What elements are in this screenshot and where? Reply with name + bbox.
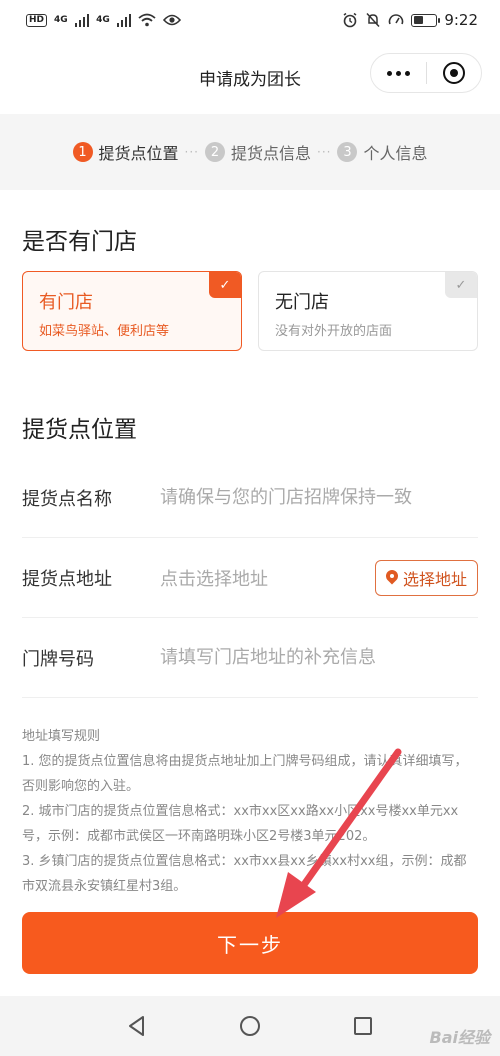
recents-square-icon [354,1017,373,1035]
next-step-button[interactable]: 下一步 [22,912,478,974]
more-dots-icon [386,70,410,76]
status-left: HD 4G 4G [26,13,182,27]
has-store-option[interactable]: 有门店 如菜鸟驿站、便利店等 ✓ [22,271,242,351]
step-separator: ··· [184,145,199,159]
location-section-title: 提货点位置 [22,417,137,443]
alarm-icon [343,12,357,28]
recents-button[interactable] [341,1004,385,1048]
step-1: 1 提货点位置 [72,140,179,164]
status-right: 9:22 [342,11,478,29]
check-icon: ✓ [445,272,477,298]
back-triangle-icon [128,1016,144,1036]
rule-item: 3. 乡镇门店的提货点位置信息格式：xx市xx县xx乡镇xx村xx组，示例：成都… [22,854,467,894]
mute-bell-icon [366,12,380,28]
pickup-address-placeholder[interactable]: 点击选择地址 [160,565,375,591]
check-icon: ✓ [209,272,241,298]
home-button[interactable] [228,1004,272,1048]
select-address-label: 选择地址 [402,571,467,589]
door-number-label: 门牌号码 [22,648,94,670]
step-label: 个人信息 [363,144,428,163]
no-store-option[interactable]: 无门店 没有对外开放的店面 ✓ [258,271,478,351]
address-rules: 地址填写规则 1. 您的提货点位置信息将由提货点地址加上门牌号码组成，请认真详细… [22,724,478,896]
pickup-name-input[interactable] [160,487,478,508]
step-2: 2 提货点信息 [204,140,311,164]
step-number: 1 [72,142,93,162]
door-number-input[interactable] [160,647,478,668]
step-label: 提货点位置 [98,144,179,163]
pickup-address-row[interactable]: 提货点地址 点击选择地址 选择地址 [22,538,478,618]
rule-item: 1. 您的提货点位置信息将由提货点地址加上门牌号码组成，请认真详细填写，否则影响… [22,754,468,794]
system-nav-bar: Bai经验 [0,996,500,1056]
network-badge-2: 4G [96,15,110,25]
network-badge-1: 4G [54,15,68,25]
pickup-address-label: 提货点地址 [22,568,112,590]
rule-item: 2. 城市门店的提货点位置信息格式：xx市xx区xx路xx小区xx号楼xx单元x… [22,804,459,844]
option-subtitle: 没有对外开放的店面 [275,324,393,339]
battery-icon [411,13,441,27]
title-bar: 申请成为团长 [0,40,500,114]
eye-icon [163,14,182,26]
home-circle-icon [239,1016,260,1036]
signal-icon [74,13,90,27]
back-button[interactable] [115,1004,159,1048]
pickup-name-row: 提货点名称 [22,458,478,538]
wifi-icon [138,13,156,27]
rules-title: 地址填写规则 [22,729,101,744]
status-bar: HD 4G 4G 9:22 [0,0,500,40]
location-pin-icon [386,570,398,586]
watermark: Bai经验 [429,1028,490,1047]
pickup-name-label: 提货点名称 [22,488,112,510]
step-number: 2 [204,142,225,162]
select-address-button[interactable]: 选择地址 [374,559,478,596]
target-circle-icon [442,62,465,84]
step-3: 3 个人信息 [337,140,427,164]
miniprogram-capsule [370,53,482,93]
step-indicator: 1 提货点位置 ··· 2 提货点信息 ··· 3 个人信息 [0,114,500,190]
signal-icon [116,13,132,27]
clock-time: 9:22 [444,11,478,29]
option-subtitle: 如菜鸟驿站、便利店等 [39,324,170,339]
step-label: 提货点信息 [230,144,311,163]
speed-icon [389,14,404,25]
step-separator: ··· [317,145,332,159]
step-number: 3 [337,142,358,162]
more-button[interactable] [371,54,426,92]
close-miniprogram-button[interactable] [427,54,482,92]
hd-badge: HD [26,13,48,27]
option-title: 有门店 [39,292,93,313]
door-number-row: 门牌号码 [22,618,478,698]
store-section-title: 是否有门店 [22,229,137,255]
page-title: 申请成为团长 [199,69,301,90]
option-title: 无门店 [275,292,329,313]
